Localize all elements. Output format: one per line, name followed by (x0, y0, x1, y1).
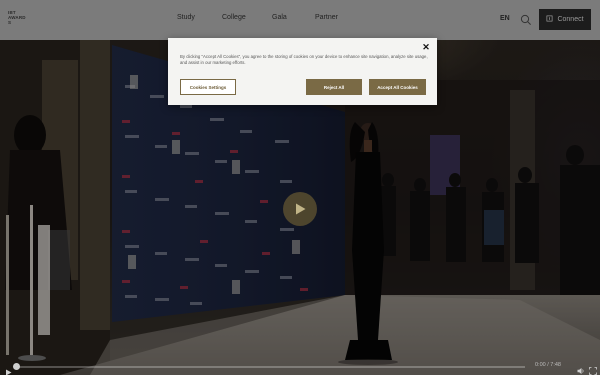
site-header: IBT AWARD S Study College Gala Partner E… (0, 0, 600, 40)
connect-label: Connect (557, 16, 584, 23)
volume-icon[interactable] (577, 362, 585, 374)
play-icon (296, 203, 306, 215)
nav-partner[interactable]: Partner (315, 14, 338, 21)
cookies-settings-button[interactable]: Cookies Settings (180, 79, 236, 95)
progress-bar[interactable] (17, 366, 525, 368)
cookie-notice-text: By clicking "Accept All Cookies", you ag… (180, 54, 428, 65)
play-button[interactable] (283, 192, 317, 226)
language-selector[interactable]: EN (500, 15, 510, 22)
nav-gala[interactable]: Gala (272, 14, 287, 21)
search-icon[interactable] (520, 13, 532, 25)
time-display: 0:00 / 7:48 (535, 362, 561, 368)
close-icon[interactable]: ✕ (421, 42, 431, 52)
nav-study[interactable]: Study (177, 14, 195, 21)
connect-button[interactable]: Connect (539, 9, 591, 30)
cookie-consent-dialog: ✕ By clicking "Accept All Cookies", you … (168, 38, 437, 105)
user-icon (546, 15, 553, 24)
video-controls: 0:00 / 7:48 (0, 358, 600, 375)
main-nav: Study College Gala Partner (0, 14, 600, 26)
accept-all-cookies-button[interactable]: Accept All Cookies (369, 79, 426, 95)
reject-all-button[interactable]: Reject All (306, 79, 362, 95)
progress-handle[interactable] (13, 363, 20, 370)
fullscreen-icon[interactable] (589, 362, 597, 375)
nav-college[interactable]: College (222, 14, 246, 21)
control-play-icon[interactable] (5, 363, 12, 375)
